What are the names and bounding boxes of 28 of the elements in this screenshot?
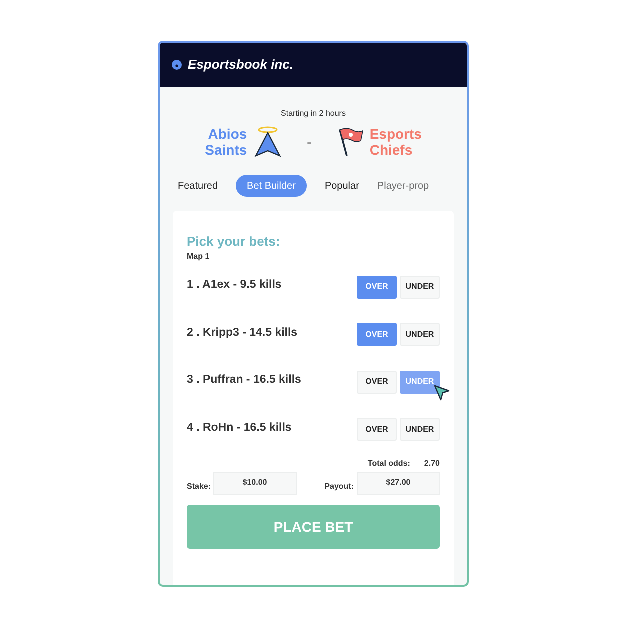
total-odds-label: Total odds:	[368, 458, 410, 470]
bet-label: 2 . Kripp3 - 14.5 kills	[187, 326, 298, 341]
payout-label: Payout:	[324, 481, 354, 493]
option-button[interactable]: UNDER	[400, 418, 440, 441]
stake-field[interactable]: $10.00	[213, 472, 298, 495]
cursor-icon	[434, 385, 450, 401]
team-separator: -	[307, 132, 312, 152]
option-button[interactable]: OVER	[357, 370, 397, 394]
match-status: Starting in 2 hours	[281, 108, 346, 120]
tab[interactable]: Featured	[178, 175, 218, 197]
angel-a-icon	[253, 126, 284, 158]
total-odds-value: 2.70	[424, 458, 440, 470]
panel-title: Pick your bets:	[187, 235, 282, 249]
stake-label: Stake:	[187, 481, 212, 493]
option-button[interactable]: OVER	[357, 418, 397, 441]
map-label: Map 1	[187, 251, 211, 263]
home-team: Abios Saints	[204, 126, 248, 158]
option-button[interactable]: UNDER	[400, 323, 440, 346]
bet-label: 3 . Puffran - 16.5 kills	[187, 373, 302, 388]
tab[interactable]: Popular	[324, 175, 360, 197]
away-team: Esports Chiefs	[370, 126, 423, 158]
brand-name: Esportsbook inc.	[188, 56, 294, 74]
payout-field[interactable]: $27.00	[357, 472, 440, 495]
bet-label: 4 . RoHn - 16.5 kills	[187, 420, 292, 436]
logo-icon	[172, 60, 182, 70]
option-button[interactable]: UNDER	[400, 276, 440, 298]
tab[interactable]: Player-prop	[377, 175, 430, 197]
bet-label: 1 . A1ex - 9.5 kills	[187, 278, 282, 294]
